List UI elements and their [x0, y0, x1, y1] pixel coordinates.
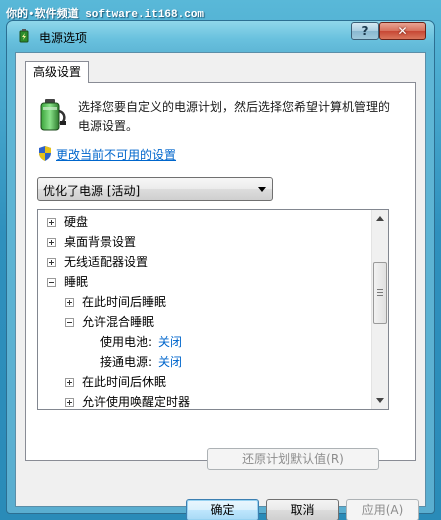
tree-item-wake-timers[interactable]: 允许使用唤醒定时器	[38, 392, 372, 409]
tree-item-hibernate-after[interactable]: 在此时间后休眠	[38, 372, 372, 392]
tree-item-hybrid-sleep[interactable]: 允许混合睡眠	[38, 312, 372, 332]
plus-icon[interactable]	[47, 218, 56, 227]
tree-item-sleep-after[interactable]: 在此时间后睡眠	[38, 292, 372, 312]
cancel-button[interactable]: 取消	[266, 499, 339, 520]
tree-item-sleep[interactable]: 睡眠	[38, 272, 372, 292]
power-options-window: 电源选项 ? ✕ 高级设置 选择您要自定义的电源计划，然后选择您希望计算机管理的…	[6, 20, 435, 520]
tree-item-hard-disk[interactable]: 硬盘	[38, 212, 372, 232]
setting-value-link[interactable]: 关闭	[158, 352, 182, 372]
power-plan-value: 优化了电源 [活动]	[43, 184, 141, 198]
minus-icon[interactable]	[47, 278, 56, 287]
uac-shield-icon	[39, 146, 51, 161]
close-button[interactable]: ✕	[379, 22, 426, 40]
grip-line	[377, 292, 383, 293]
window-title: 电源选项	[39, 31, 88, 45]
grip-line	[377, 295, 383, 296]
plus-icon[interactable]	[65, 298, 74, 307]
dialog-client-area: 高级设置 选择您要自定义的电源计划，然后选择您希望计算机管理的电源设置。 更改当…	[15, 52, 426, 520]
dropdown-arrow-icon	[258, 187, 266, 192]
tab-advanced-settings[interactable]: 高级设置	[25, 61, 89, 83]
tree-item-label: 在此时间后睡眠	[82, 295, 167, 309]
plus-icon[interactable]	[47, 238, 56, 247]
intro-text: 选择您要自定义的电源计划，然后选择您希望计算机管理的电源设置。	[78, 100, 391, 133]
plus-icon[interactable]	[47, 258, 56, 267]
tree-item-label: 硬盘	[64, 215, 89, 229]
tree-item-label: 无线适配器设置	[64, 255, 149, 269]
scroll-down-icon[interactable]	[376, 398, 384, 403]
minus-icon[interactable]	[65, 318, 74, 327]
change-settings-link[interactable]: 更改当前不可用的设置	[56, 146, 176, 163]
tree-item-plugged-in[interactable]: 接通电源: 关闭	[38, 352, 372, 372]
scroll-up-icon[interactable]	[376, 216, 384, 221]
tree-item-label: 接通电源:	[100, 355, 153, 369]
tree-item-label: 睡眠	[64, 275, 89, 289]
help-button[interactable]: ?	[351, 22, 379, 40]
tree-item-label: 使用电池:	[100, 335, 153, 349]
battery-power-icon	[19, 29, 29, 43]
watermark-text: 你的•软件频道 software.it168.com	[6, 9, 205, 21]
tree-item-on-battery[interactable]: 使用电池: 关闭	[38, 332, 372, 352]
power-plan-dropdown[interactable]: 优化了电源 [活动]	[37, 177, 273, 201]
battery-plan-icon	[40, 99, 66, 131]
plus-icon[interactable]	[65, 398, 74, 407]
tree-item-label: 桌面背景设置	[64, 235, 137, 249]
tree-scrollbar[interactable]	[371, 210, 388, 409]
restore-defaults-button[interactable]: 还原计划默认值(R)	[207, 448, 379, 470]
setting-value-link[interactable]: 关闭	[158, 332, 182, 352]
settings-tree[interactable]: 硬盘 桌面背景设置 无线适配器设置 睡眠 在此时间后睡眠 允许混合睡眠 使用电池…	[37, 209, 389, 410]
title-bar[interactable]: 电源选项 ? ✕	[7, 21, 434, 51]
scroll-thumb[interactable]	[373, 262, 387, 324]
desktop-screenshot: 你的•软件频道 software.it168.com 电源选项 ? ✕ 高级设置	[0, 0, 441, 520]
apply-button[interactable]: 应用(A)	[346, 499, 419, 520]
tree-item-label: 允许使用唤醒定时器	[82, 395, 191, 409]
ok-button[interactable]: 确定	[186, 499, 259, 520]
advanced-settings-panel: 选择您要自定义的电源计划，然后选择您希望计算机管理的电源设置。 更改当前不可用的…	[25, 82, 416, 470]
tree-item-label: 在此时间后休眠	[82, 375, 167, 389]
tree-item-wireless-adapter[interactable]: 无线适配器设置	[38, 252, 372, 272]
tree-item-label: 允许混合睡眠	[82, 315, 155, 329]
plus-icon[interactable]	[65, 378, 74, 387]
grip-line	[377, 289, 383, 290]
tree-item-desktop-background[interactable]: 桌面背景设置	[38, 232, 372, 252]
